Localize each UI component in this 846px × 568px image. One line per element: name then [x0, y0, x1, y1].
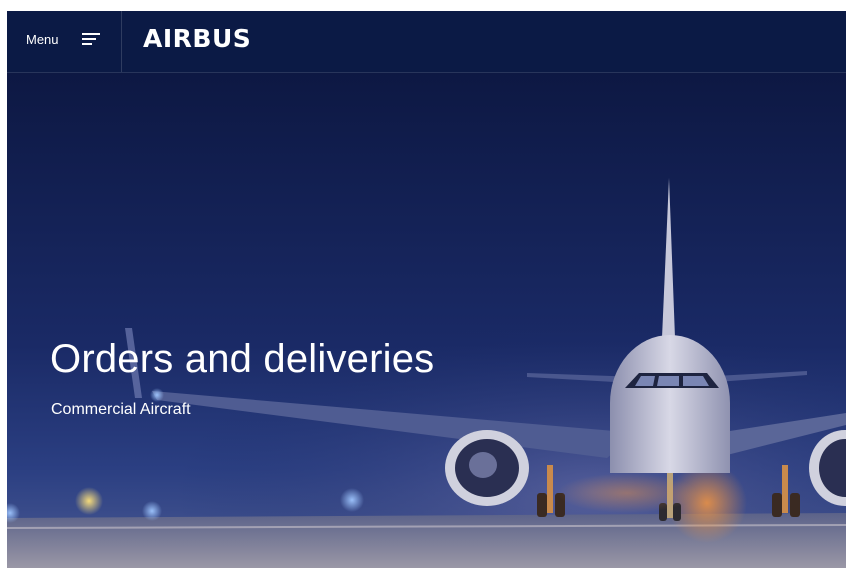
aircraft-hero-image: [7, 73, 846, 568]
top-navigation-bar: Menu AIRBUS: [7, 11, 846, 73]
hero-banner: Orders and deliveries Commercial Aircraf…: [7, 73, 846, 568]
hero-title: Orders and deliveries: [50, 337, 435, 381]
hamburger-menu-icon: [82, 33, 100, 45]
airbus-logo[interactable]: AIRBUS: [143, 24, 251, 53]
hero-subtitle: Commercial Aircraft: [51, 401, 191, 418]
menu-label: Menu: [26, 32, 59, 47]
menu-button[interactable]: Menu: [7, 11, 122, 72]
page-frame: Menu AIRBUS Orders and deliveries Commer…: [7, 11, 846, 568]
